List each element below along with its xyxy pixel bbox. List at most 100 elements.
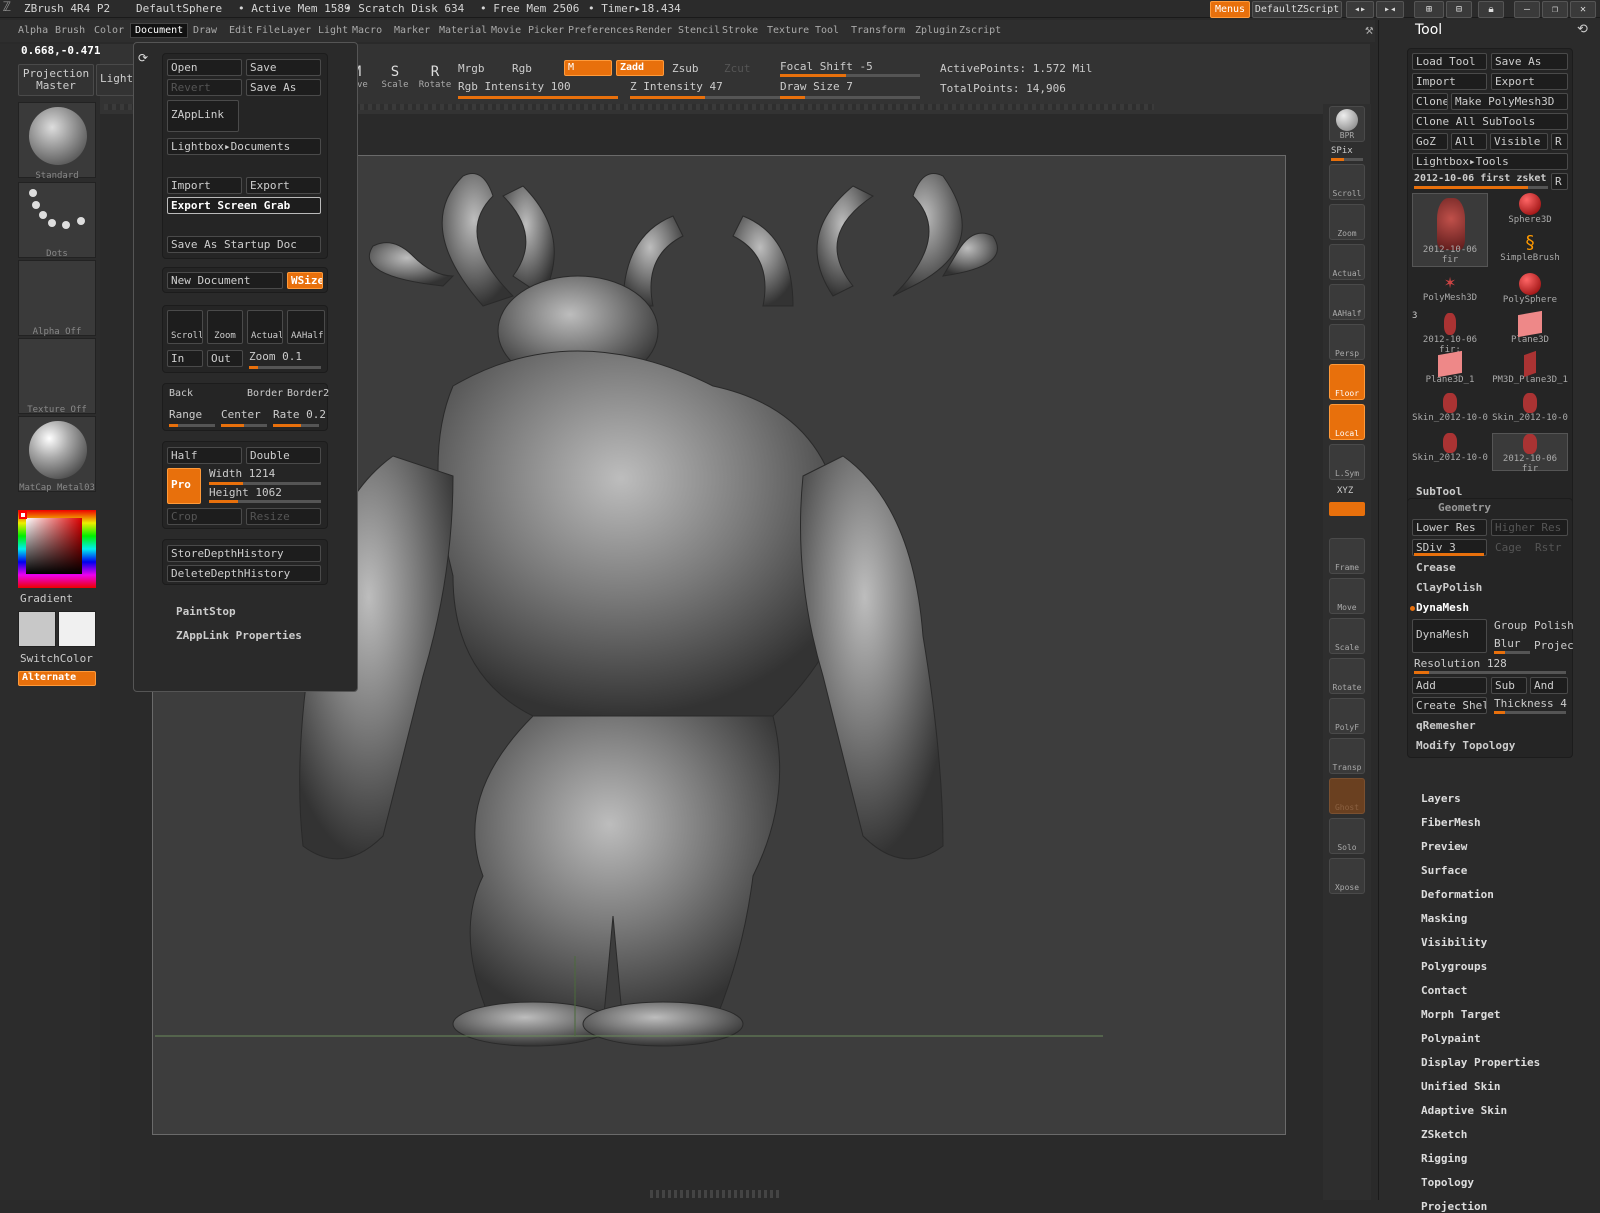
subtool-section[interactable]: SubTool xyxy=(1416,485,1462,498)
move-button[interactable]: Move xyxy=(1329,578,1365,614)
menus-button[interactable]: Menus xyxy=(1210,1,1250,18)
group-button[interactable]: Group xyxy=(1494,619,1527,632)
crease-section[interactable]: Crease xyxy=(1416,561,1456,574)
lightbox-tools-button[interactable]: Lightbox▸Tools xyxy=(1412,153,1568,170)
zsketch-section[interactable]: ZSketch xyxy=(1421,1128,1467,1141)
menu-draw[interactable]: Draw xyxy=(193,25,217,36)
range-track[interactable] xyxy=(169,424,215,427)
tool-import-button[interactable]: Import xyxy=(1412,73,1487,90)
modify-topology-section[interactable]: Modify Topology xyxy=(1416,739,1515,752)
lsym-button[interactable]: L.Sym xyxy=(1329,444,1365,480)
menu-brush[interactable]: Brush xyxy=(55,25,85,36)
higher-res-button[interactable]: Higher Res xyxy=(1491,519,1568,536)
tool-thumb-zsketch[interactable]: 2012-10-06 fir: xyxy=(1412,313,1488,355)
visibility-section[interactable]: Visibility xyxy=(1421,936,1487,949)
crop-button[interactable]: Crop xyxy=(167,508,242,525)
gradient-label[interactable]: Gradient xyxy=(20,592,73,605)
border2-color-button[interactable]: Border2 xyxy=(287,388,329,399)
masking-section[interactable]: Masking xyxy=(1421,912,1467,925)
focal-shift-slider[interactable]: Focal Shift -5 xyxy=(780,60,873,73)
polypaint-section[interactable]: Polypaint xyxy=(1421,1032,1481,1045)
tool-thumb-plane3d[interactable]: Plane3D xyxy=(1492,310,1568,351)
border-color-button[interactable]: Border xyxy=(247,388,283,399)
menu-layer[interactable]: Layer xyxy=(281,25,311,36)
store-depth-history-button[interactable]: StoreDepthHistory xyxy=(167,545,321,562)
menu-file[interactable]: File xyxy=(256,25,280,36)
new-document-button[interactable]: New Document xyxy=(167,272,283,289)
frame-button[interactable]: Frame xyxy=(1329,538,1365,574)
rigging-section[interactable]: Rigging xyxy=(1421,1152,1467,1165)
current-tool-track[interactable] xyxy=(1414,186,1548,189)
bottom-tray-handle[interactable] xyxy=(650,1190,780,1198)
tool-save-as-button[interactable]: Save As xyxy=(1491,53,1568,70)
menu-stencil[interactable]: Stencil xyxy=(678,25,720,36)
polish-button[interactable]: Polish xyxy=(1534,619,1574,632)
sdiv-track[interactable] xyxy=(1414,553,1484,556)
tool-thumb-skin-3[interactable]: Skin_2012-10-0 xyxy=(1412,433,1488,471)
center-track[interactable] xyxy=(221,424,267,427)
menu-texture[interactable]: Texture xyxy=(767,25,809,36)
goz-visible-button[interactable]: Visible xyxy=(1490,133,1548,150)
close-icon[interactable]: ✕ xyxy=(1570,1,1596,18)
fibermesh-section[interactable]: FiberMesh xyxy=(1421,816,1481,829)
layout-icon-2[interactable]: ⊟ xyxy=(1446,1,1472,18)
paintstop-item[interactable]: PaintStop xyxy=(176,605,236,618)
add-button[interactable]: Add xyxy=(1412,677,1487,694)
main-color-swatch[interactable] xyxy=(18,611,56,647)
lock-icon[interactable]: 🔒︎ xyxy=(1478,1,1504,18)
tool-thumb-polymesh3d[interactable]: ✶ PolyMesh3D xyxy=(1412,273,1488,311)
surface-section[interactable]: Surface xyxy=(1421,864,1467,877)
menu-render[interactable]: Render xyxy=(636,25,672,36)
zapplink-properties-item[interactable]: ZAppLink Properties xyxy=(176,629,302,642)
menu-macro[interactable]: Macro xyxy=(352,25,382,36)
menu-material[interactable]: Material xyxy=(439,25,487,36)
contact-section[interactable]: Contact xyxy=(1421,984,1467,997)
rotate-xyz-icon[interactable] xyxy=(1329,502,1365,516)
make-polymesh-button[interactable]: Make PolyMesh3D xyxy=(1451,93,1568,110)
deformation-section[interactable]: Deformation xyxy=(1421,888,1494,901)
alternate-button[interactable]: Alternate xyxy=(18,671,96,686)
menu-tool[interactable]: Tool xyxy=(815,25,839,36)
topology-section[interactable]: Topology xyxy=(1421,1176,1474,1189)
draw-size-slider[interactable]: Draw Size 7 xyxy=(780,80,853,93)
rstr-button[interactable]: Rstr xyxy=(1535,541,1562,554)
width-track[interactable] xyxy=(209,482,321,485)
tray-toggle-icon[interactable]: ◂▸ xyxy=(1346,1,1374,18)
menu-alpha[interactable]: Alpha xyxy=(18,25,48,36)
clone-button[interactable]: Clone xyxy=(1412,93,1448,110)
zoom-in-button[interactable]: In xyxy=(167,350,203,367)
minimize-icon[interactable]: — xyxy=(1514,1,1540,18)
range-slider[interactable]: Range xyxy=(169,408,202,421)
rgb-intensity-slider[interactable]: Rgb Intensity 100 xyxy=(458,80,571,93)
zcut-button[interactable]: Zcut xyxy=(724,62,751,75)
height-track[interactable] xyxy=(209,500,321,503)
zoom-button[interactable]: Zoom xyxy=(1329,204,1365,240)
menu-movie[interactable]: Movie xyxy=(491,25,521,36)
qremesher-section[interactable]: qRemesher xyxy=(1416,719,1476,732)
revert-button[interactable]: Revert xyxy=(167,79,242,96)
display-properties-section[interactable]: Display Properties xyxy=(1421,1056,1540,1069)
goz-button[interactable]: GoZ xyxy=(1412,133,1448,150)
tool-thumb-simplebrush[interactable]: § SimpleBrush xyxy=(1492,233,1568,271)
tool-thumb-pm3d-plane3d-1[interactable]: PM3D_Plane3D_1 xyxy=(1492,350,1568,391)
blur-slider[interactable]: Blur xyxy=(1494,637,1521,650)
menu-light[interactable]: Light xyxy=(318,25,348,36)
tool-thumb-polysphere[interactable]: PolySphere xyxy=(1492,273,1568,311)
solo-button[interactable]: Solo xyxy=(1329,818,1365,854)
back-color-button[interactable]: Back xyxy=(169,388,193,399)
dynamesh-section[interactable]: DynaMesh xyxy=(1416,601,1469,614)
zoom-slider-track[interactable] xyxy=(249,366,321,369)
floor-button[interactable]: Floor xyxy=(1329,364,1365,400)
zsub-button[interactable]: Zsub xyxy=(672,62,699,75)
aahalf-view-button[interactable]: AAHalf xyxy=(287,310,325,344)
refresh-icon[interactable]: ⟳ xyxy=(138,51,148,65)
aahalf-button[interactable]: AAHalf xyxy=(1329,284,1365,320)
claypolish-section[interactable]: ClayPolish xyxy=(1416,581,1482,594)
half-button[interactable]: Half xyxy=(167,447,242,464)
export-button[interactable]: Export xyxy=(246,177,321,194)
zoom-slider[interactable]: Zoom 0.1 xyxy=(249,350,302,363)
pro-button[interactable]: Pro xyxy=(167,468,201,504)
save-button[interactable]: Save xyxy=(246,59,321,76)
height-slider[interactable]: Height 1062 xyxy=(209,486,282,499)
actual-button[interactable]: Actual xyxy=(1329,244,1365,280)
